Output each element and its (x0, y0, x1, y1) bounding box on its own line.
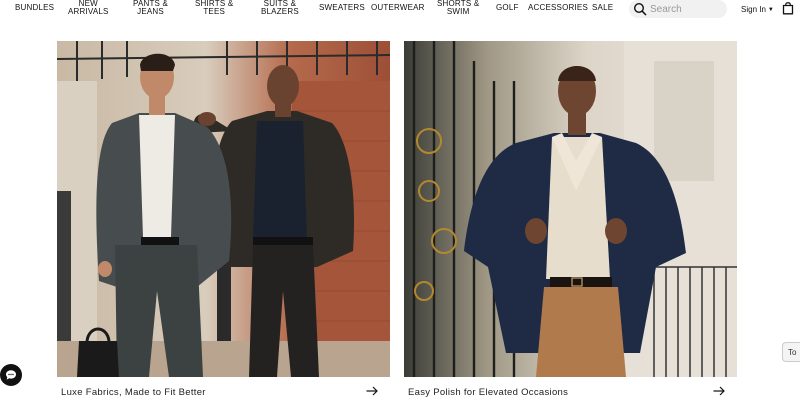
nav-label: OUTERWEAR (371, 3, 425, 12)
nav-label-line2: TEES (203, 7, 226, 16)
promo-card-easy-polish[interactable]: Easy Polish for Elevated Occasions (404, 41, 737, 400)
nav-label: SALE (592, 3, 614, 12)
nav-item-accessories[interactable]: ACCESSORIES (528, 4, 588, 12)
arrow-right-icon[interactable] (713, 386, 725, 396)
nav-item-outerwear[interactable]: OUTERWEAR (371, 4, 425, 12)
nav-item-shorts-swim[interactable]: SHORTS & SWIM (437, 0, 479, 16)
side-tab-label: To (788, 348, 797, 357)
sign-in-label: Sign In (741, 5, 766, 14)
nav-label-line2: SWIM (446, 7, 470, 16)
nav-label: GOLF (496, 3, 519, 12)
nav-item-pants-jeans[interactable]: PANTS & JEANS (133, 0, 168, 16)
nav-item-shirts-tees[interactable]: SHIRTS & TEES (195, 0, 233, 16)
nav-label: BUNDLES (15, 3, 55, 12)
nav-label: ACCESSORIES (528, 3, 588, 12)
search-icon[interactable] (633, 2, 647, 16)
search-input[interactable] (650, 2, 722, 16)
chevron-down-icon: ▼ (767, 7, 774, 13)
side-tab[interactable]: To (782, 342, 800, 362)
promo-caption[interactable]: Easy Polish for Elevated Occasions (408, 387, 568, 398)
nav-label-line2: JEANS (137, 7, 164, 16)
nav-item-bundles[interactable]: BUNDLES (15, 4, 54, 12)
promo-caption[interactable]: Luxe Fabrics, Made to Fit Better (61, 387, 206, 398)
nav-label: SWEATERS (319, 3, 365, 12)
search-box[interactable] (629, 0, 727, 18)
nav-label-line2: BLAZERS (261, 7, 299, 16)
promo-photo-two-men-suits (57, 41, 390, 377)
nav-item-new-arrivals[interactable]: NEW ARRIVALS (68, 0, 109, 16)
nav-item-sale[interactable]: SALE (592, 4, 613, 12)
top-navigation: BUNDLES NEW ARRIVALS PANTS & JEANS SHIRT… (0, 0, 800, 18)
promo-card-luxe-fabrics[interactable]: Luxe Fabrics, Made to Fit Better (57, 41, 390, 400)
nav-label-line2: ARRIVALS (68, 7, 109, 16)
arrow-right-icon[interactable] (366, 386, 378, 396)
nav-item-sweaters[interactable]: SWEATERS (319, 4, 365, 12)
promo-photo-navy-blazer (404, 41, 737, 377)
shopping-bag-icon[interactable] (781, 1, 795, 15)
chat-bubble-icon (6, 370, 16, 380)
sign-in-menu[interactable]: Sign In ▼ (741, 5, 774, 14)
nav-item-golf[interactable]: GOLF (496, 4, 519, 12)
nav-item-suits-blazers[interactable]: SUITS & BLAZERS (261, 0, 299, 16)
chat-button[interactable] (0, 364, 22, 386)
